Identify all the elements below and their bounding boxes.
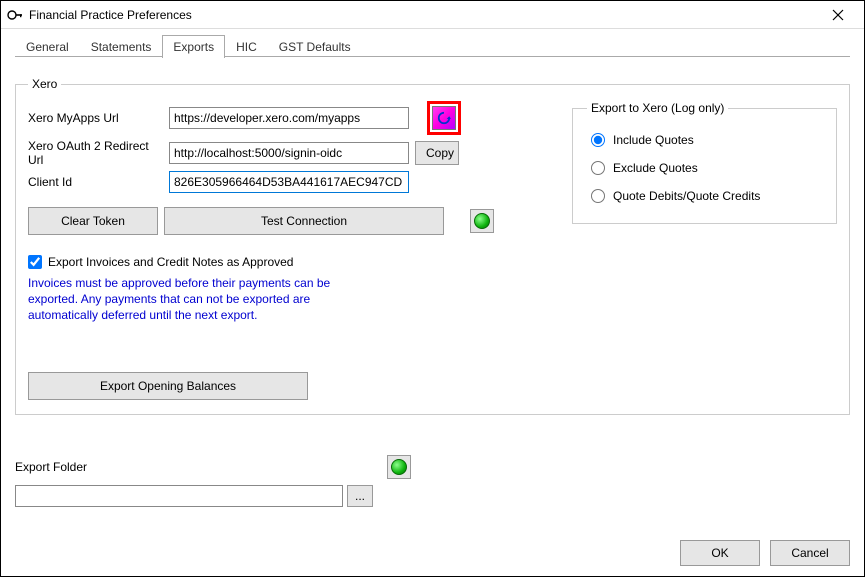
tab-content: Xero Xero MyApps Url: [1, 57, 864, 571]
client-id-label: Client Id: [28, 175, 163, 189]
status-ok-icon: [474, 213, 490, 229]
test-connection-status-button[interactable]: [470, 209, 494, 233]
titlebar: Financial Practice Preferences: [1, 1, 864, 29]
preferences-window: Financial Practice Preferences General S…: [0, 0, 865, 577]
browse-folder-button[interactable]: ...: [347, 485, 373, 507]
clear-token-button[interactable]: Clear Token: [28, 207, 158, 235]
test-connection-button[interactable]: Test Connection: [164, 207, 444, 235]
export-folder-label: Export Folder: [15, 460, 87, 474]
window-title: Financial Practice Preferences: [29, 8, 818, 22]
tab-gst-defaults[interactable]: GST Defaults: [268, 35, 362, 58]
open-myapps-button[interactable]: [432, 106, 456, 130]
include-quotes-label: Include Quotes: [613, 133, 694, 147]
tab-bar: General Statements Exports HIC GST Defau…: [1, 29, 864, 57]
highlight-annotation: [427, 101, 461, 135]
client-id-input[interactable]: [169, 171, 409, 193]
export-to-legend: Export to Xero (Log only): [587, 101, 728, 115]
dialog-footer: OK Cancel: [680, 540, 850, 566]
tab-general[interactable]: General: [15, 35, 80, 58]
copy-button[interactable]: Copy: [415, 141, 459, 165]
close-button[interactable]: [818, 2, 858, 28]
quote-debits-credits-radio[interactable]: [591, 189, 605, 203]
export-opening-balances-button[interactable]: Export Opening Balances: [28, 372, 308, 400]
quote-debits-credits-label: Quote Debits/Quote Credits: [613, 189, 760, 203]
cancel-button[interactable]: Cancel: [770, 540, 850, 566]
xero-legend: Xero: [28, 77, 61, 91]
export-folder-status-button[interactable]: [387, 455, 411, 479]
export-approved-label: Export Invoices and Credit Notes as Appr…: [48, 255, 293, 269]
export-to-xero-group: Export to Xero (Log only) Include Quotes…: [572, 101, 837, 224]
myapps-url-label: Xero MyApps Url: [28, 111, 163, 125]
tab-statements[interactable]: Statements: [80, 35, 163, 58]
export-folder-section: Export Folder ...: [15, 455, 850, 507]
exclude-quotes-label: Exclude Quotes: [613, 161, 698, 175]
xero-group: Xero Xero MyApps Url: [15, 77, 850, 415]
export-folder-input[interactable]: [15, 485, 343, 507]
myapps-url-input[interactable]: [169, 107, 409, 129]
redirect-url-input[interactable]: [169, 142, 409, 164]
approved-note: Invoices must be approved before their p…: [28, 275, 338, 324]
ok-button[interactable]: OK: [680, 540, 760, 566]
include-quotes-radio[interactable]: [591, 133, 605, 147]
tab-hic[interactable]: HIC: [225, 35, 268, 58]
app-icon: [7, 7, 23, 23]
tab-exports[interactable]: Exports: [162, 35, 225, 58]
export-approved-checkbox[interactable]: [28, 255, 42, 269]
exclude-quotes-radio[interactable]: [591, 161, 605, 175]
status-ok-icon: [391, 459, 407, 475]
redirect-url-label: Xero OAuth 2 Redirect Url: [28, 139, 163, 167]
